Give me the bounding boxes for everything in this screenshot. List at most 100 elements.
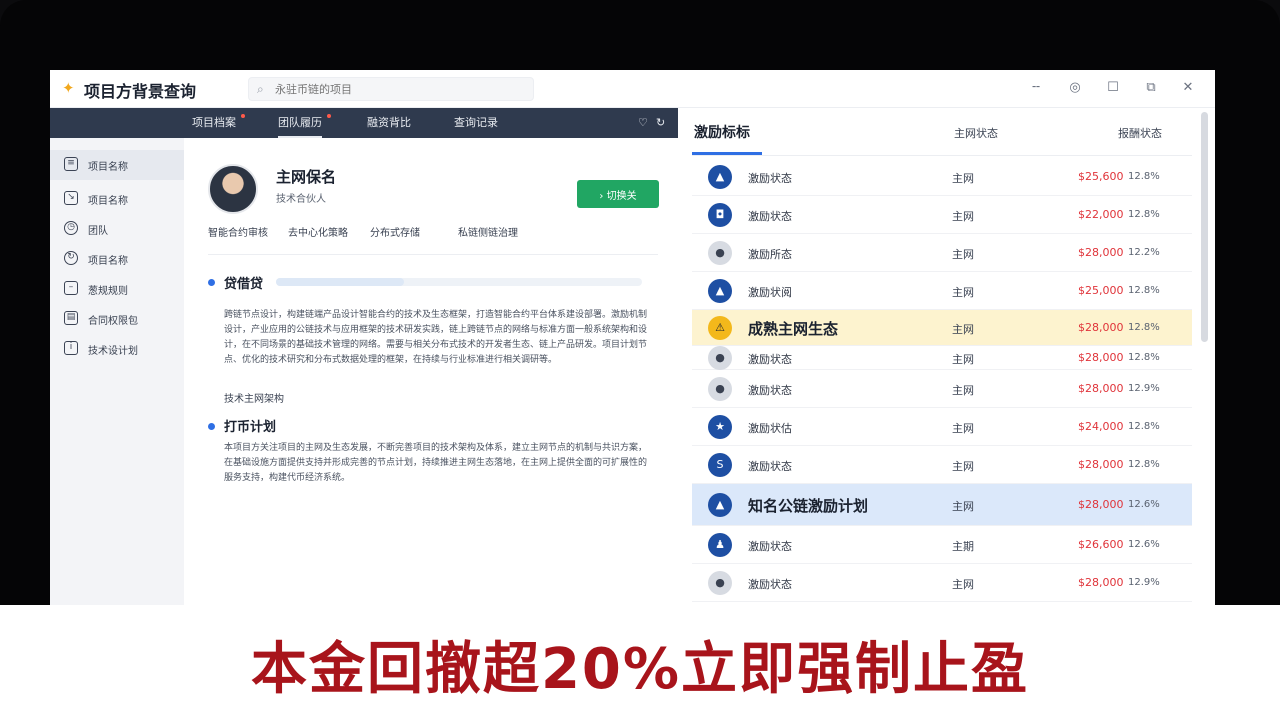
row-status: 主网 — [952, 353, 974, 366]
avatar-icon: ● — [708, 571, 732, 595]
row-price: $28,000 — [1078, 321, 1124, 334]
tab-project[interactable]: 项目档案 — [192, 108, 236, 138]
table-row[interactable]: ▲ 激励状态 主网 $25,600 12.8% — [692, 158, 1192, 196]
table-row[interactable]: ● 激励状态 主网 $28,000 12.8% — [692, 346, 1192, 370]
row-percent: 12.9% — [1128, 577, 1160, 588]
row-status: 主网 — [952, 172, 974, 185]
camera-icon: ◘ — [708, 203, 732, 227]
edit-icon[interactable]: ☐ — [1104, 79, 1122, 97]
table-row[interactable]: S 激励状态 主网 $28,000 12.8% — [692, 446, 1192, 484]
scrollbar[interactable] — [1201, 112, 1208, 342]
row-status: 主网 — [952, 384, 974, 397]
row-status: 主网 — [952, 286, 974, 299]
section-subline: 技术主网架构 — [224, 394, 284, 405]
sidebar-item-project-name-3[interactable]: ↻ 项目名称 — [50, 244, 184, 274]
sidebar-item-label: 葱规规则 — [88, 286, 128, 297]
row-percent: 12.8% — [1128, 285, 1160, 296]
sidebar-item-project-name[interactable]: ≡ 项目名称 — [50, 150, 184, 180]
info-icon: i — [64, 341, 78, 355]
sidebar-item-tech-plan[interactable]: i 技术设计划 — [50, 334, 184, 364]
doc-icon: ↘ — [64, 191, 78, 205]
row-price: $24,000 — [1078, 420, 1124, 433]
section-text: 跨链节点设计，构建链端产品设计智能合约的技术及生态框架，打造智能合约平台体系建设… — [224, 310, 648, 365]
row-price: $25,600 — [1078, 170, 1124, 183]
list-icon: ≡ — [64, 157, 78, 171]
table-row[interactable]: ● 激励状态 主网 $28,000 12.9% — [692, 370, 1192, 408]
profile-name: 主网保名 — [276, 168, 337, 186]
row-percent: 12.9% — [1128, 383, 1160, 394]
follow-button[interactable]: › 切换关 — [577, 180, 659, 208]
sidebar-item-label: 项目名称 — [88, 256, 128, 267]
close-icon[interactable]: ✕ — [1179, 79, 1197, 97]
sidebar-item-team[interactable]: ◷ 团队 — [50, 214, 184, 244]
row-price: $28,000 — [1078, 351, 1124, 364]
table-row[interactable]: ◘ 激励状态 主网 $22,000 12.8% — [692, 196, 1192, 234]
sidebar-item-project-name-2[interactable]: ↘ 项目名称 — [50, 184, 184, 214]
search-icon: ⌕ — [257, 82, 264, 96]
sidebar-item-label: 项目名称 — [88, 162, 128, 173]
heart-icon[interactable]: ♡ — [638, 116, 648, 129]
search-box[interactable]: ⌕ — [248, 77, 534, 101]
app-window: ✦ 项目方背景查询 ⌕ ╌ ◎ ☐ ⧉ ✕ 项目档案 团队履历 融资背比 查询记… — [50, 70, 1215, 610]
row-status: 主网 — [952, 323, 974, 336]
table-row[interactable]: ● 激励状态 主网 $28,000 12.9% — [692, 564, 1192, 602]
profile-role: 技术合伙人 — [276, 194, 326, 205]
sidebar-item-rules[interactable]: – 葱规规则 — [50, 274, 184, 304]
s-coin-icon: S — [708, 453, 732, 477]
column-status: 主网状态 — [954, 127, 998, 140]
row-percent: 12.8% — [1128, 421, 1160, 432]
row-name: 激励状态 — [748, 460, 792, 473]
row-price: $25,000 — [1078, 284, 1124, 297]
row-name: 激励所态 — [748, 248, 792, 261]
row-status: 主网 — [952, 460, 974, 473]
refresh-icon[interactable]: ↻ — [656, 116, 665, 129]
tab-team-dot — [327, 114, 331, 118]
tab-funding[interactable]: 融资背比 — [367, 108, 411, 138]
section-title-plan: 打币计划 — [224, 420, 277, 435]
row-percent: 12.6% — [1128, 499, 1160, 510]
table-row[interactable]: ★ 激励状估 主网 $24,000 12.8% — [692, 408, 1192, 446]
star-icon: ★ — [708, 415, 732, 439]
row-status: 主网 — [952, 500, 974, 513]
row-percent: 12.8% — [1128, 352, 1160, 363]
table-row[interactable]: ⚠ 成熟主网生态 主网 $28,000 12.8% — [692, 310, 1192, 346]
row-status: 主期 — [952, 540, 974, 553]
stat-item: 去中心化策略 — [288, 228, 348, 239]
stat-item: 分布式存储 — [370, 228, 420, 239]
table-row[interactable]: ▲ 激励状阅 主网 $25,000 12.8% — [692, 272, 1192, 310]
avatar-icon: ● — [708, 377, 732, 401]
table-icon: ▤ — [64, 311, 78, 325]
sidebar-item-contract[interactable]: ▤ 合同权限包 — [50, 304, 184, 334]
table-row[interactable]: ♟ 激励状态 主期 $26,600 12.6% — [692, 526, 1192, 564]
minimize-icon[interactable]: ╌ — [1027, 79, 1045, 97]
share-icon[interactable]: ⧉ — [1142, 79, 1160, 97]
tab-team[interactable]: 团队履历 — [278, 108, 322, 138]
tab-history[interactable]: 查询记录 — [454, 108, 498, 138]
divider — [208, 254, 658, 255]
incentive-panel: 激励标标 主网状态 报酬状态 ▲ 激励状态 主网 $25,600 12.8% ◘ 激励状态主… — [678, 108, 1215, 610]
row-name: 激励状估 — [748, 422, 792, 435]
logo-icon: ✦ — [62, 79, 75, 97]
info-icon[interactable]: ◎ — [1066, 79, 1084, 97]
section-bullet — [208, 423, 215, 430]
incentive-header: 激励标标 主网状态 报酬状态 — [692, 108, 1192, 156]
row-price: $22,000 — [1078, 208, 1124, 221]
table-row[interactable]: ▲ 知名公链激励计划 主网 $28,000 12.6% — [692, 484, 1192, 526]
avatar-icon: ● — [708, 346, 732, 370]
row-price: $28,000 — [1078, 246, 1124, 259]
search-input[interactable] — [275, 81, 525, 98]
row-name: 知名公链激励计划 — [748, 497, 869, 515]
row-name: 激励状态 — [748, 172, 792, 185]
row-name: 激励状阅 — [748, 286, 792, 299]
row-percent: 12.8% — [1128, 459, 1160, 470]
row-percent: 12.6% — [1128, 539, 1160, 550]
row-price: $28,000 — [1078, 498, 1124, 511]
active-tab-underline — [692, 152, 762, 155]
app-title: 项目方背景查询 — [84, 82, 197, 101]
section-title-lending: 贷借贷 — [224, 277, 264, 292]
table-row[interactable]: ● 激励所态 主网 $28,000 12.2% — [692, 234, 1192, 272]
row-name: 激励状态 — [748, 353, 792, 366]
top-nav: 项目档案 团队履历 融资背比 查询记录 ♡ ↻ — [50, 108, 678, 138]
row-price: $28,000 — [1078, 382, 1124, 395]
incentive-title: 激励标标 — [694, 125, 750, 141]
